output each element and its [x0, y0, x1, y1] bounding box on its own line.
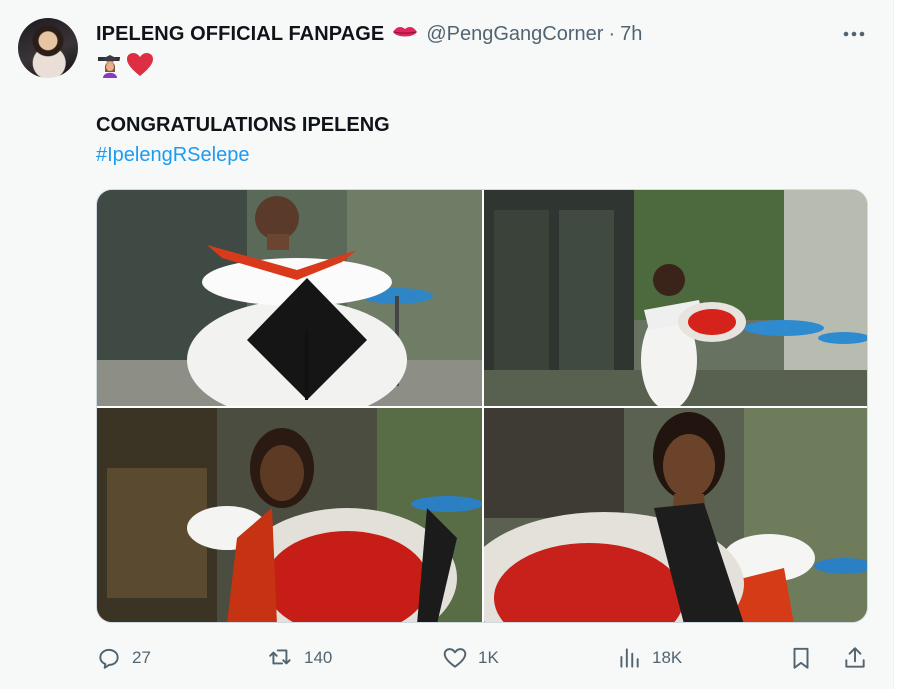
bookmark-button[interactable] — [788, 640, 814, 676]
media-grid — [96, 189, 868, 623]
reply-icon — [99, 648, 119, 669]
graduate-icon — [98, 55, 121, 78]
handle[interactable]: @PengGangCorner — [426, 23, 603, 46]
like-button[interactable]: 1K — [442, 640, 499, 676]
photo-1[interactable] — [97, 190, 482, 406]
tweet-header: IPELENG OFFICIAL FANPAGE @PengGangCorner… — [96, 20, 642, 48]
views-count: 18K — [652, 648, 683, 667]
action-bar: 27 140 1K 18K — [96, 640, 872, 676]
emoji-row — [98, 52, 154, 78]
share-button[interactable] — [842, 640, 868, 676]
timestamp[interactable]: 7h — [620, 23, 642, 46]
heart-icon — [443, 648, 467, 668]
photo-3[interactable] — [97, 408, 482, 622]
red-heart-icon — [127, 53, 153, 76]
retweet-count: 140 — [304, 648, 333, 667]
tweet-card[interactable]: IPELENG OFFICIAL FANPAGE @PengGangCorner… — [0, 0, 893, 689]
display-name[interactable]: IPELENG OFFICIAL FANPAGE — [96, 23, 384, 46]
lips-icon — [384, 25, 418, 44]
separator-dot: · — [608, 22, 616, 45]
photo-2[interactable] — [484, 190, 867, 406]
bookmark-icon — [793, 647, 809, 669]
retweet-icon — [269, 649, 291, 665]
reply-button[interactable]: 27 — [96, 640, 151, 676]
retweet-button[interactable]: 140 — [268, 640, 332, 676]
avatar[interactable] — [18, 18, 78, 78]
hashtag-link[interactable]: #IpelengRSelepe — [96, 144, 249, 167]
reply-count: 27 — [132, 648, 151, 667]
photo-4[interactable] — [484, 408, 867, 622]
views-button[interactable]: 18K — [616, 640, 682, 676]
right-gutter — [893, 0, 919, 689]
analytics-icon — [620, 648, 639, 668]
like-count: 1K — [478, 648, 499, 667]
tweet-text: CONGRATULATIONS IPELENG — [96, 114, 390, 136]
more-dots-icon — [843, 31, 865, 37]
share-icon — [845, 647, 865, 668]
more-options-button[interactable] — [838, 22, 870, 46]
